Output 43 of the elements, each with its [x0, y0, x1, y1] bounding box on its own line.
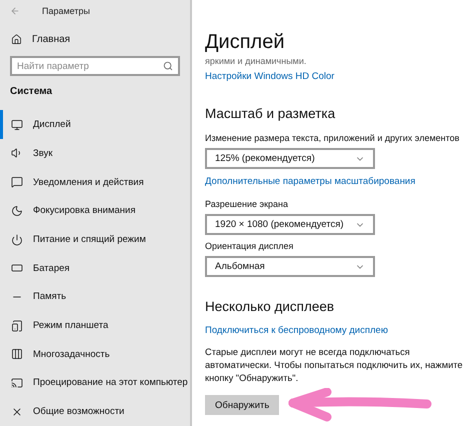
dropdown[interactable]: 125% (рекомендуется) [205, 148, 375, 169]
field-label: Разрешение экрана [205, 199, 288, 209]
cast-icon [11, 376, 23, 389]
sidebar-item[interactable]: Режим планшета [0, 311, 190, 340]
field-label: Изменение размера текста, приложений и других элементов [205, 133, 460, 143]
sidebar-item[interactable]: Многозадачность [0, 340, 190, 369]
page-title: Дисплей [205, 30, 286, 54]
info-paragraph: Старые дисплеи могут не всегда подключаться автоматически. Чтобы попытаться подключить их, нажмите кнопку "Обнаружить". [205, 346, 464, 385]
dropdown[interactable]: Альбомная [205, 256, 375, 277]
home-icon [11, 34, 22, 46]
speaker-icon [11, 147, 23, 160]
moon-icon [11, 204, 23, 217]
description-text: яркими и динамичными. [205, 56, 308, 66]
tablet-icon [11, 320, 23, 332]
hd-color-link[interactable]: Настройки Windows HD Color [205, 71, 334, 82]
search-field[interactable]: Найти параметр [10, 56, 180, 76]
columns-icon [11, 348, 23, 360]
sidebar-item[interactable]: Батарея [0, 254, 190, 283]
section-heading: Масштаб и разметка [205, 106, 336, 121]
search-icon [163, 61, 173, 72]
section-heading: Система [9, 86, 54, 99]
back-icon[interactable] [10, 6, 20, 16]
dropdown[interactable]: 1920 × 1080 (рекомендуется) [205, 214, 375, 235]
sidebar-item[interactable]: Память [0, 282, 190, 312]
sidebar-item[interactable]: Питание и спящий режим [0, 225, 190, 254]
speech-bubble-icon [11, 176, 23, 188]
field-label: Ориентация дисплея [205, 241, 294, 251]
window-title: Параметры [42, 6, 90, 16]
monitor-icon [11, 118, 23, 131]
sidebar-item[interactable]: Фокусировка внимания [0, 196, 190, 226]
sidebar-item[interactable]: Дисплей [0, 110, 190, 140]
sidebar-item[interactable]: Общие возможности [0, 397, 190, 426]
battery-icon [11, 262, 23, 274]
sidebar-item[interactable]: Проецирование на этот компьютер [0, 368, 190, 398]
sidebar-item[interactable]: Звук [0, 139, 190, 168]
section-heading: Несколько дисплеев [205, 299, 334, 314]
wireless-display-link[interactable]: Подключиться к беспроводному дисплею [205, 325, 388, 336]
detect-button[interactable]: Обнаружить [205, 395, 280, 415]
home-item[interactable]: Главная [0, 29, 190, 50]
sidebar-item[interactable]: Уведомления и действия [0, 168, 190, 196]
power-icon [11, 234, 23, 246]
scaling-link[interactable]: Дополнительные параметры масштабирования [205, 176, 416, 187]
cross-icon [11, 406, 23, 418]
